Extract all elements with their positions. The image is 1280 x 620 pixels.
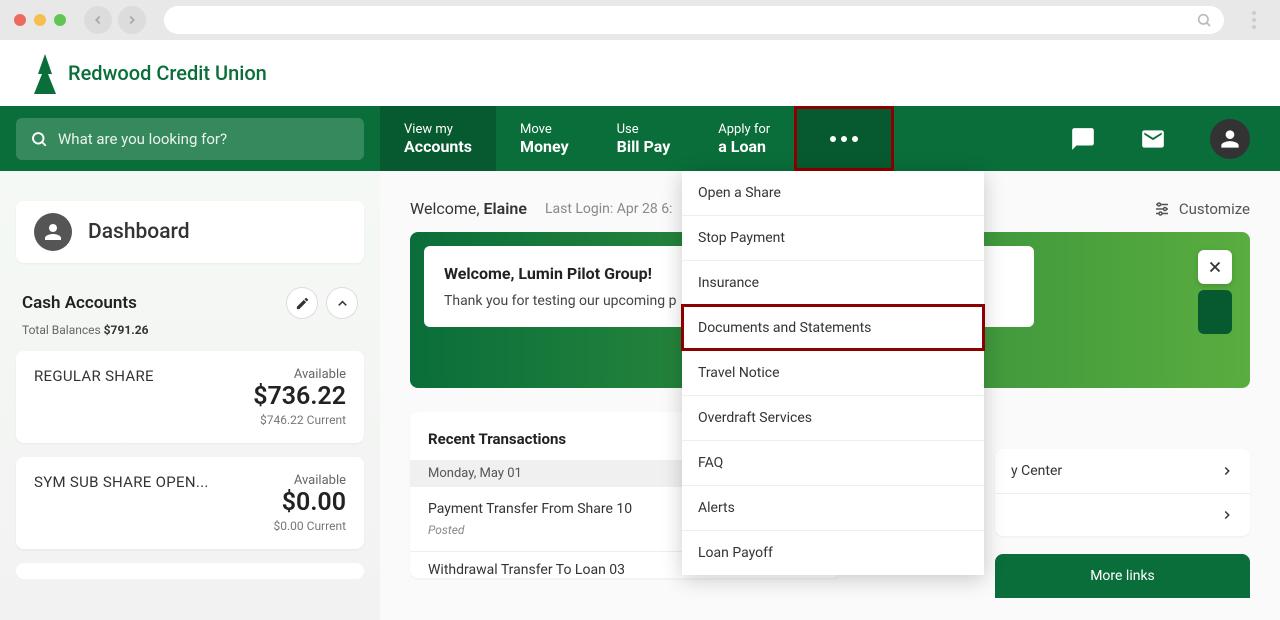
- browser-forward-button[interactable]: [118, 6, 146, 34]
- welcome-text: Welcome, Elaine: [410, 199, 527, 218]
- link-item[interactable]: y Center: [995, 449, 1250, 494]
- edit-button[interactable]: [286, 287, 318, 319]
- browser-back-button[interactable]: [84, 6, 112, 34]
- nav-move-money[interactable]: Move Money: [496, 106, 593, 171]
- menu-faq[interactable]: FAQ: [682, 440, 984, 485]
- mail-icon[interactable]: [1140, 126, 1166, 152]
- menu-stop-payment[interactable]: Stop Payment: [682, 215, 984, 260]
- current-amount: $0.00 Current: [274, 519, 346, 533]
- nav-arrows: [84, 6, 146, 34]
- browser-chrome: [0, 0, 1280, 40]
- maximize-window-icon[interactable]: [54, 14, 66, 26]
- link-list: y Center: [995, 449, 1250, 536]
- current-amount: $746.22 Current: [253, 413, 346, 427]
- banner-close-button[interactable]: [1198, 250, 1232, 284]
- menu-documents-statements[interactable]: Documents and Statements: [682, 305, 984, 350]
- tree-icon: [30, 52, 60, 94]
- available-label: Available: [253, 367, 346, 382]
- account-card-sym[interactable]: SYM SUB SHARE OPEN... Available $0.00 $0…: [16, 457, 364, 549]
- chevron-right-icon: [1220, 464, 1234, 478]
- nav-more-button[interactable]: [794, 106, 894, 171]
- traffic-lights: [14, 14, 66, 26]
- banner-cta-button[interactable]: [1198, 290, 1232, 334]
- collapse-button[interactable]: [326, 287, 358, 319]
- search-container: [0, 106, 380, 171]
- dashboard-card[interactable]: Dashboard: [16, 201, 364, 263]
- nav-right-icons: [1040, 106, 1280, 171]
- total-balances: Total Balances $791.26: [16, 319, 364, 337]
- main-nav: View my Accounts Move Money Use Bill Pay…: [0, 106, 1280, 171]
- menu-overdraft-services[interactable]: Overdraft Services: [682, 395, 984, 440]
- close-window-icon[interactable]: [14, 14, 26, 26]
- menu-alerts[interactable]: Alerts: [682, 485, 984, 530]
- chevron-right-icon: [1220, 508, 1234, 522]
- person-icon: [34, 213, 72, 251]
- last-login: Last Login: Apr 28 6:: [545, 201, 673, 217]
- nav-items: View my Accounts Move Money Use Bill Pay…: [380, 106, 894, 171]
- section-actions: [286, 287, 358, 319]
- more-icon: [830, 136, 858, 142]
- content: Dashboard Cash Accounts Total Balances $…: [0, 171, 1280, 620]
- account-card-regular[interactable]: REGULAR SHARE Available $736.22 $746.22 …: [16, 351, 364, 443]
- available-amount: $736.22: [253, 382, 346, 411]
- site-header: Redwood Credit Union: [0, 40, 1280, 106]
- site-search[interactable]: [16, 118, 364, 160]
- section-title: Cash Accounts: [22, 293, 137, 313]
- nav-accounts[interactable]: View my Accounts: [380, 106, 496, 171]
- close-icon: [1206, 258, 1224, 276]
- dashboard-title: Dashboard: [88, 220, 190, 244]
- available-label: Available: [274, 473, 346, 488]
- link-item[interactable]: [995, 494, 1250, 536]
- available-amount: $0.00: [274, 488, 346, 517]
- search-icon: [30, 130, 48, 148]
- url-bar[interactable]: [164, 6, 1224, 34]
- search-icon: [1196, 12, 1212, 28]
- brand-logo[interactable]: Redwood Credit Union: [30, 52, 267, 94]
- account-name: SYM SUB SHARE OPEN...: [34, 473, 209, 491]
- quick-links-panel: y Center More links: [995, 449, 1250, 598]
- sliders-icon: [1153, 200, 1171, 218]
- nav-bill-pay[interactable]: Use Bill Pay: [593, 106, 695, 171]
- minimize-window-icon[interactable]: [34, 14, 46, 26]
- account-name: REGULAR SHARE: [34, 367, 154, 385]
- more-links-button[interactable]: More links: [995, 554, 1250, 598]
- menu-travel-notice[interactable]: Travel Notice: [682, 350, 984, 395]
- sidebar: Dashboard Cash Accounts Total Balances $…: [0, 171, 380, 620]
- account-card-placeholder: [16, 563, 364, 579]
- brand-name: Redwood Credit Union: [68, 61, 267, 85]
- search-input[interactable]: [58, 130, 350, 148]
- transaction-status: Posted: [428, 523, 464, 537]
- profile-avatar[interactable]: [1210, 119, 1250, 159]
- nav-apply-loan[interactable]: Apply for a Loan: [694, 106, 794, 171]
- menu-insurance[interactable]: Insurance: [682, 260, 984, 305]
- menu-loan-payoff[interactable]: Loan Payoff: [682, 530, 984, 575]
- chat-icon[interactable]: [1070, 126, 1096, 152]
- browser-menu-icon[interactable]: [1242, 11, 1266, 29]
- customize-button[interactable]: Customize: [1153, 200, 1250, 218]
- more-menu-dropdown: Open a Share Stop Payment Insurance Docu…: [682, 171, 984, 575]
- cash-accounts-header: Cash Accounts: [16, 287, 364, 319]
- menu-open-share[interactable]: Open a Share: [682, 171, 984, 215]
